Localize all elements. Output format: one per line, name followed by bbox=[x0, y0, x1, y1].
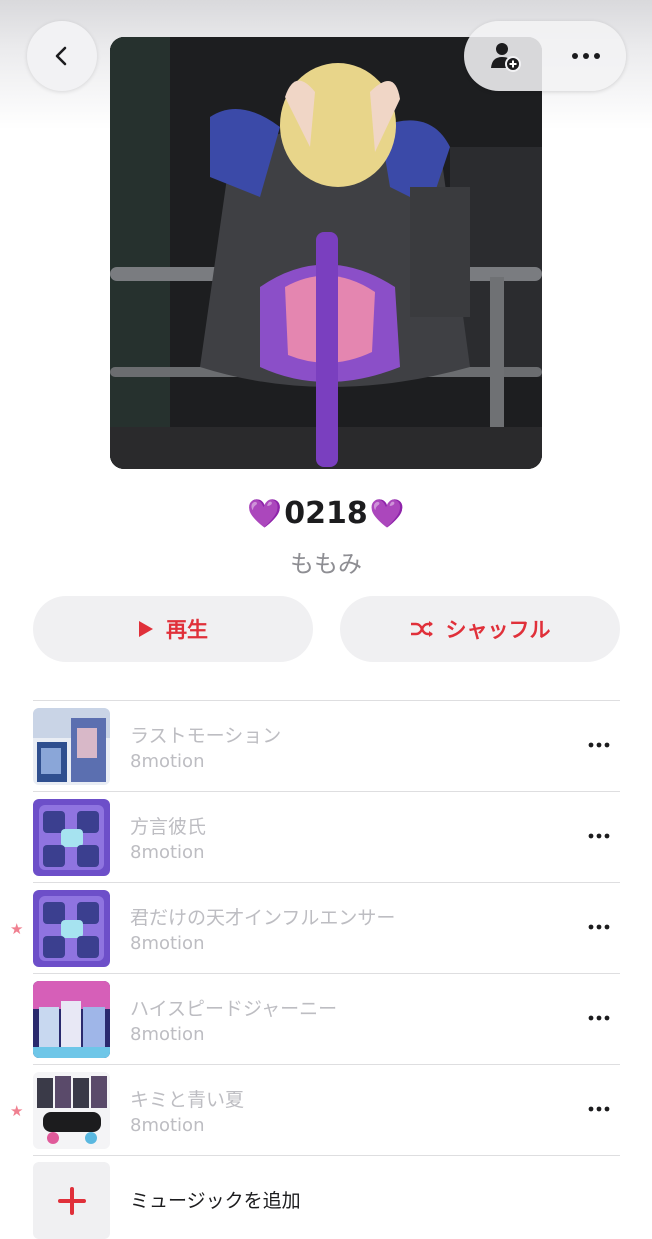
track-row[interactable]: 方言彼氏 8motion bbox=[0, 792, 652, 882]
play-icon bbox=[139, 621, 153, 637]
track-artwork bbox=[33, 890, 110, 967]
track-artwork bbox=[33, 1072, 110, 1149]
track-row[interactable]: ラストモーション 8motion bbox=[0, 701, 652, 791]
track-artwork bbox=[33, 981, 110, 1058]
add-friend-button[interactable] bbox=[477, 28, 533, 84]
track-title: キミと青い夏 bbox=[130, 1089, 245, 1111]
track-title: ハイスピードジャーニー bbox=[130, 998, 338, 1020]
track-more-button[interactable] bbox=[585, 822, 613, 850]
shuffle-icon bbox=[410, 621, 433, 637]
track-title: 方言彼氏 bbox=[130, 816, 207, 838]
ellipsis-icon bbox=[571, 53, 600, 59]
header-actions bbox=[464, 21, 626, 91]
track-artist: 8motion bbox=[130, 751, 205, 772]
play-button-label: 再生 bbox=[166, 618, 208, 642]
playlist-curator: ももみ bbox=[290, 550, 362, 578]
track-row[interactable]: ハイスピードジャーニー 8motion bbox=[0, 974, 652, 1064]
ellipsis-icon bbox=[588, 1106, 610, 1112]
track-more-button[interactable] bbox=[585, 913, 613, 941]
track-artwork bbox=[33, 708, 110, 785]
track-artist: 8motion bbox=[130, 842, 205, 863]
track-artist: 8motion bbox=[130, 1024, 205, 1045]
playlist-title-text: 0218 bbox=[284, 496, 368, 531]
add-music-button[interactable] bbox=[33, 1162, 110, 1239]
chevron-left-icon bbox=[55, 46, 67, 66]
purple-heart-icon: 💜 bbox=[369, 497, 405, 530]
play-button[interactable]: 再生 bbox=[33, 596, 313, 662]
track-row[interactable]: ★ 君だけの天才インフルエンサー 8motion bbox=[0, 883, 652, 973]
more-options-button[interactable] bbox=[558, 28, 614, 84]
ellipsis-icon bbox=[588, 742, 610, 748]
favorite-star-icon: ★ bbox=[10, 1102, 24, 1120]
back-button[interactable] bbox=[27, 21, 97, 91]
favorite-star-icon: ★ bbox=[10, 920, 24, 938]
track-more-button[interactable] bbox=[585, 1095, 613, 1123]
person-add-icon bbox=[490, 43, 521, 72]
track-title: 君だけの天才インフルエンサー bbox=[130, 907, 396, 929]
track-row[interactable]: ★ キミと青い夏 8motion bbox=[0, 1065, 652, 1155]
plus-icon bbox=[57, 1187, 86, 1215]
ellipsis-icon bbox=[588, 924, 610, 930]
playlist-cover-image bbox=[110, 37, 542, 469]
track-artist: 8motion bbox=[130, 1115, 205, 1136]
ellipsis-icon bbox=[588, 833, 610, 839]
track-more-button[interactable] bbox=[585, 1004, 613, 1032]
track-artist: 8motion bbox=[130, 933, 205, 954]
track-more-button[interactable] bbox=[585, 731, 613, 759]
divider bbox=[33, 1155, 620, 1156]
ellipsis-icon bbox=[588, 1015, 610, 1021]
purple-heart-icon: 💜 bbox=[247, 497, 283, 530]
playlist-title: 💜 0218 💜 bbox=[0, 496, 652, 531]
shuffle-button[interactable]: シャッフル bbox=[340, 596, 620, 662]
track-title: ラストモーション bbox=[130, 725, 282, 747]
track-artwork bbox=[33, 799, 110, 876]
shuffle-button-label: シャッフル bbox=[445, 618, 551, 642]
